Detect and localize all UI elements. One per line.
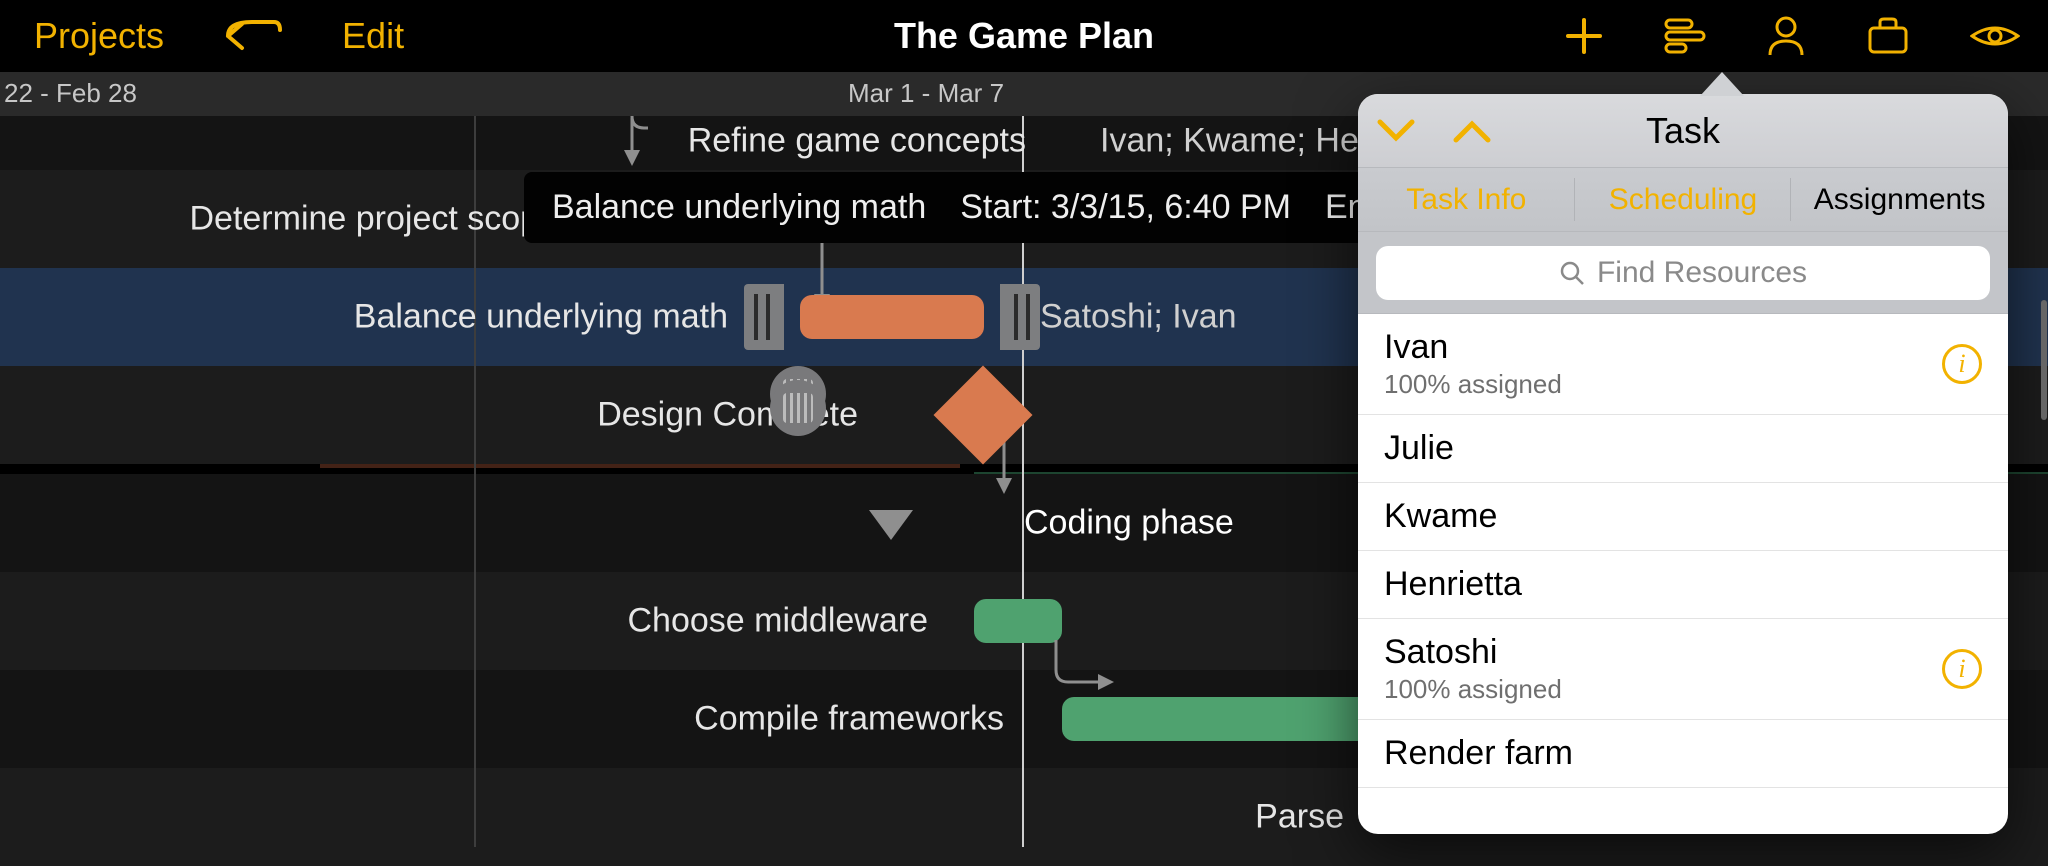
task-label: Compile frameworks bbox=[694, 700, 1004, 739]
resource-row[interactable]: Julie bbox=[1358, 415, 2008, 483]
popover-header: Task bbox=[1358, 94, 2008, 168]
add-icon[interactable] bbox=[1564, 16, 1604, 56]
week-label: 22 - Feb 28 bbox=[4, 78, 137, 109]
task-assignments: Satoshi; Ivan bbox=[1040, 298, 1237, 337]
task-label: Parse bbox=[1255, 798, 1344, 837]
link-handle[interactable] bbox=[770, 380, 826, 436]
resource-search-bar: Find Resources bbox=[1358, 232, 2008, 314]
projects-button[interactable]: Projects bbox=[34, 15, 164, 57]
resource-name: Julie bbox=[1384, 429, 1454, 468]
disclosure-triangle-icon[interactable] bbox=[869, 510, 913, 540]
tab-scheduling[interactable]: Scheduling bbox=[1575, 168, 1792, 231]
resources-icon[interactable] bbox=[1766, 15, 1806, 57]
scroll-thumb[interactable] bbox=[2041, 300, 2047, 420]
undo-icon[interactable] bbox=[224, 16, 282, 56]
task-bar[interactable] bbox=[974, 599, 1062, 643]
task-inspector-popover: Task Task Info Scheduling Assignments Fi… bbox=[1358, 94, 2008, 834]
popover-arrow bbox=[1700, 72, 1744, 96]
resource-row[interactable]: Henrietta bbox=[1358, 551, 2008, 619]
task-tooltip: Balance underlying math Start: 3/3/15, 6… bbox=[524, 172, 1480, 243]
resource-name: Satoshi bbox=[1384, 633, 1562, 672]
task-inspector-icon[interactable] bbox=[1664, 16, 1706, 56]
resource-row[interactable]: Render farm bbox=[1358, 720, 2008, 788]
task-selection-handles[interactable] bbox=[744, 284, 1040, 350]
resource-row[interactable]: Kwame bbox=[1358, 483, 2008, 551]
search-icon bbox=[1559, 260, 1585, 286]
next-task-button[interactable] bbox=[1434, 118, 1510, 144]
tab-assignments[interactable]: Assignments bbox=[1791, 168, 2008, 231]
edit-button[interactable]: Edit bbox=[342, 15, 404, 57]
resource-assigned: 100% assigned bbox=[1384, 674, 1562, 705]
popover-title: Task bbox=[1646, 110, 1720, 152]
resource-list: Ivan100% assigned i Julie Kwame Henriett… bbox=[1358, 314, 2008, 788]
resource-name: Render farm bbox=[1384, 734, 1573, 773]
info-icon[interactable]: i bbox=[1942, 649, 1982, 689]
search-input[interactable]: Find Resources bbox=[1376, 246, 1990, 300]
document-title: The Game Plan bbox=[894, 15, 1154, 57]
search-placeholder: Find Resources bbox=[1597, 256, 1807, 290]
resource-row[interactable]: Satoshi100% assigned i bbox=[1358, 619, 2008, 720]
task-label: Refine game concepts bbox=[688, 122, 1026, 161]
task-label: Balance underlying math bbox=[354, 298, 728, 337]
resource-name: Ivan bbox=[1384, 328, 1562, 367]
view-icon[interactable] bbox=[1970, 20, 2020, 52]
prev-task-button[interactable] bbox=[1358, 118, 1434, 144]
tooltip-task-name: Balance underlying math bbox=[552, 188, 926, 227]
info-icon[interactable]: i bbox=[1942, 344, 1982, 384]
resource-name: Henrietta bbox=[1384, 565, 1522, 604]
week-label: Mar 1 - Mar 7 bbox=[848, 78, 1004, 109]
scrollbar[interactable] bbox=[2040, 0, 2048, 847]
task-label: Determine project scope bbox=[189, 200, 558, 239]
briefcase-icon[interactable] bbox=[1866, 16, 1910, 56]
resource-assigned: 100% assigned bbox=[1384, 369, 1562, 400]
task-label: Choose middleware bbox=[628, 602, 929, 641]
toolbar: Projects Edit The Game Plan bbox=[0, 0, 2048, 72]
tab-task-info[interactable]: Task Info bbox=[1358, 168, 1575, 231]
group-label: Coding phase bbox=[1024, 504, 1234, 543]
tooltip-start: Start: 3/3/15, 6:40 PM bbox=[960, 188, 1291, 227]
popover-tabs: Task Info Scheduling Assignments bbox=[1358, 168, 2008, 232]
resource-name: Kwame bbox=[1384, 497, 1497, 536]
resource-row[interactable]: Ivan100% assigned i bbox=[1358, 314, 2008, 415]
